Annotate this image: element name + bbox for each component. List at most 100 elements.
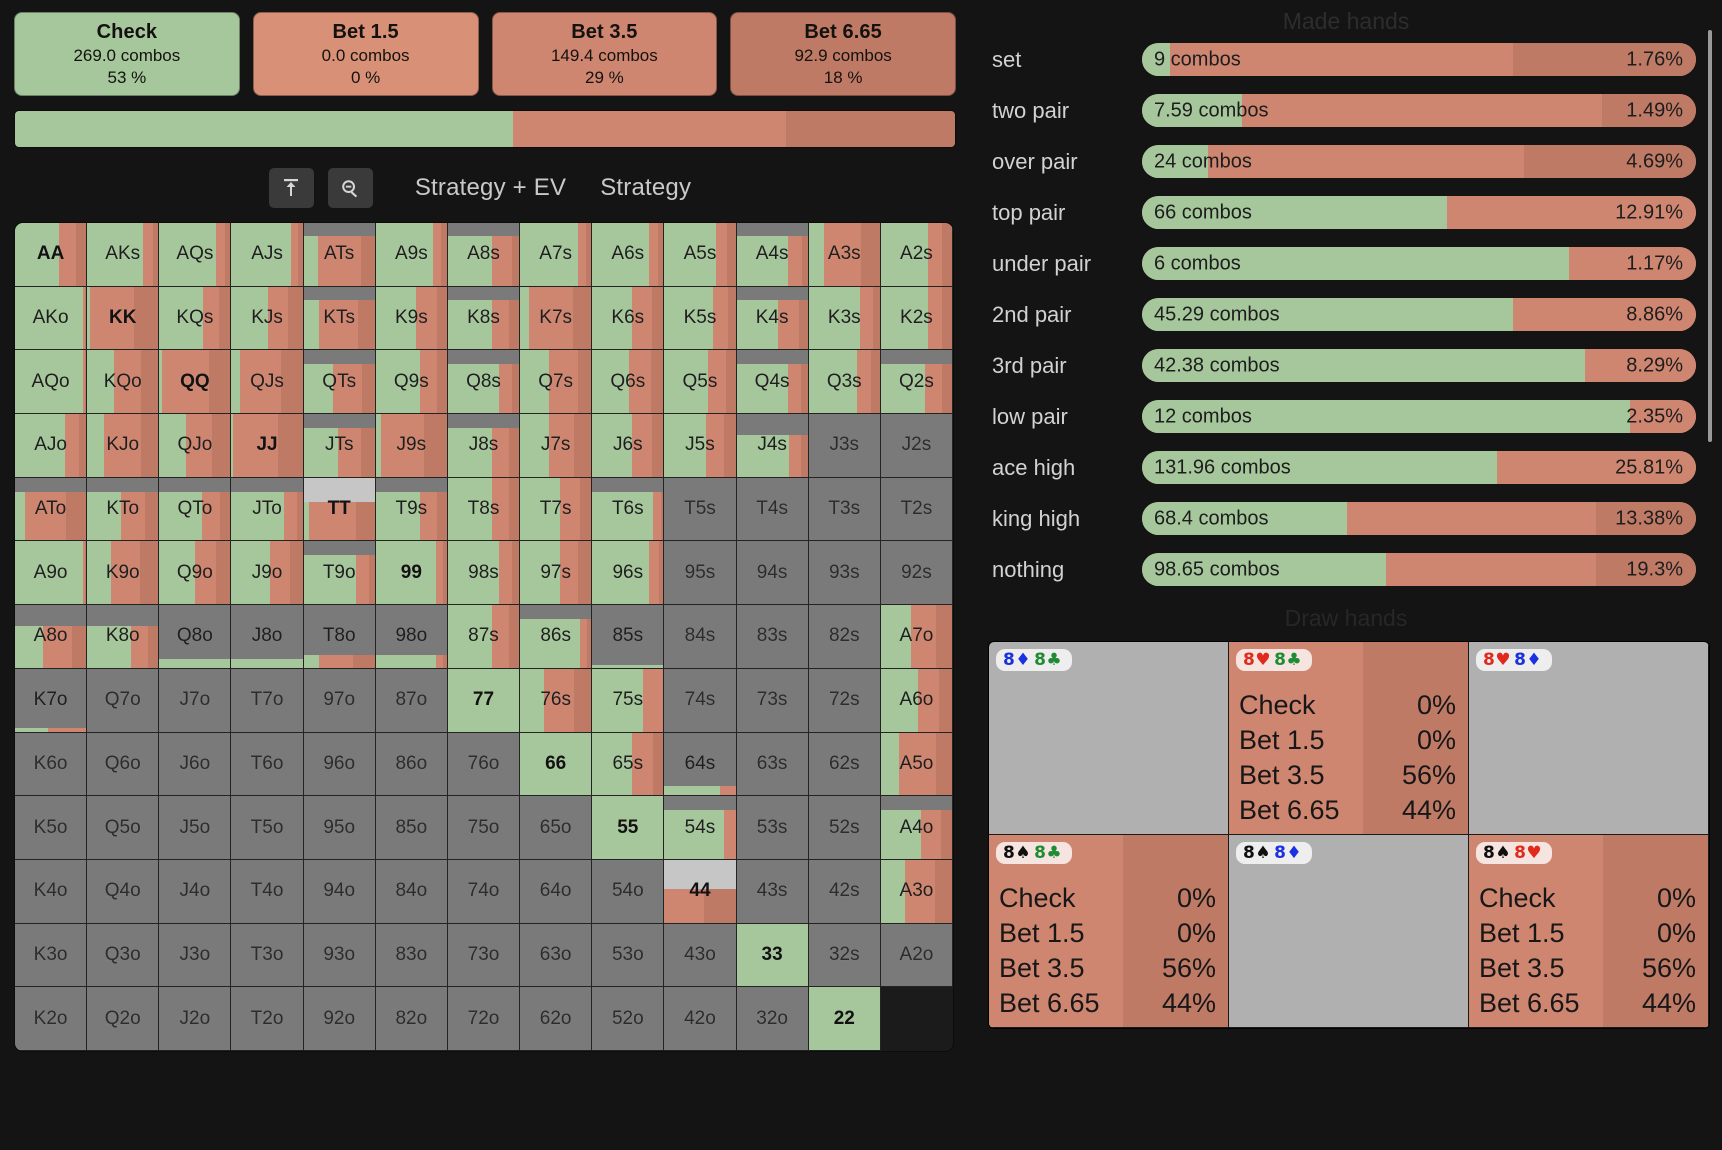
matrix-cell-K4o[interactable]: K4o	[15, 859, 88, 924]
matrix-cell-62s[interactable]: 62s	[808, 732, 881, 797]
matrix-cell-87s[interactable]: 87s	[447, 605, 521, 669]
matrix-cell-AKo[interactable]: AKo	[15, 286, 88, 351]
matrix-cell-Q8s[interactable]: Q8s	[447, 350, 521, 415]
matrix-cell-Q6o[interactable]: Q6o	[87, 732, 160, 797]
matrix-cell-KJo[interactable]: KJo	[87, 414, 160, 478]
matrix-cell-75o[interactable]: 75o	[447, 796, 521, 860]
matrix-cell-95s[interactable]: 95s	[664, 541, 737, 606]
matrix-cell-KK[interactable]: KK	[87, 286, 160, 351]
matrix-cell-T2o[interactable]: T2o	[231, 987, 304, 1051]
matrix-cell-22[interactable]: 22	[808, 987, 881, 1051]
matrix-cell-QQ[interactable]: QQ	[159, 350, 232, 415]
matrix-cell-JTo[interactable]: JTo	[231, 477, 304, 542]
action-button-check[interactable]: Check 269.0 combos 53 %	[14, 12, 240, 96]
matrix-cell-Q6s[interactable]: Q6s	[592, 350, 665, 415]
matrix-cell-AQo[interactable]: AQo	[15, 350, 88, 415]
matrix-cell-A6o[interactable]: A6o	[880, 668, 953, 733]
matrix-cell-J7o[interactable]: J7o	[159, 668, 232, 733]
matrix-cell-J8s[interactable]: J8s	[447, 414, 521, 478]
matrix-cell-T9s[interactable]: T9s	[375, 477, 448, 542]
made-hand-row[interactable]: low pair 12 combos 2.35%	[970, 391, 1696, 442]
matrix-cell-A9s[interactable]: A9s	[375, 223, 448, 287]
matrix-cell-JTs[interactable]: JTs	[303, 414, 376, 478]
matrix-cell-Q4s[interactable]: Q4s	[736, 350, 809, 415]
matrix-cell-ATs[interactable]: ATs	[303, 223, 376, 287]
matrix-cell-K2s[interactable]: K2s	[880, 286, 953, 351]
matrix-cell-99[interactable]: 99	[375, 541, 448, 606]
matrix-cell-72o[interactable]: 72o	[447, 987, 521, 1051]
matrix-cell-J2s[interactable]: J2s	[880, 414, 953, 478]
matrix-cell-J5o[interactable]: J5o	[159, 796, 232, 860]
matrix-cell-KJs[interactable]: KJs	[231, 286, 304, 351]
draw-hand-cell[interactable]: 8♥ 8♦	[1469, 642, 1709, 835]
matrix-cell-AJo[interactable]: AJo	[15, 414, 88, 478]
matrix-cell-Q5s[interactable]: Q5s	[664, 350, 737, 415]
matrix-cell-85s[interactable]: 85s	[592, 605, 665, 669]
matrix-cell-77[interactable]: 77	[447, 668, 521, 733]
matrix-cell-62o[interactable]: 62o	[520, 987, 593, 1051]
matrix-cell-97s[interactable]: 97s	[520, 541, 593, 606]
matrix-cell-64o[interactable]: 64o	[520, 859, 593, 924]
matrix-cell-K7o[interactable]: K7o	[15, 668, 88, 733]
matrix-cell-84s[interactable]: 84s	[664, 605, 737, 669]
matrix-cell-85o[interactable]: 85o	[375, 796, 448, 860]
matrix-cell-76o[interactable]: 76o	[447, 732, 521, 797]
matrix-cell-74o[interactable]: 74o	[447, 859, 521, 924]
draw-hand-cell[interactable]: 8♠ 8♣ Check 0% Bet 1.5 0% Bet 3.5 56% Bet 6.65 44…	[989, 835, 1229, 1028]
matrix-cell-J6s[interactable]: J6s	[592, 414, 665, 478]
draw-hand-cell[interactable]: 8♠ 8♦	[1229, 835, 1469, 1028]
matrix-cell-32s[interactable]: 32s	[808, 923, 881, 988]
matrix-cell-K6o[interactable]: K6o	[15, 732, 88, 797]
matrix-cell-J4o[interactable]: J4o	[159, 859, 232, 924]
matrix-cell-T7s[interactable]: T7s	[520, 477, 593, 542]
matrix-cell-A4o[interactable]: A4o	[880, 796, 953, 860]
matrix-cell-K8s[interactable]: K8s	[447, 286, 521, 351]
action-button-bet-6-65[interactable]: Bet 6.65 92.9 combos 18 %	[730, 12, 956, 96]
matrix-cell-Q7s[interactable]: Q7s	[520, 350, 593, 415]
made-hand-row[interactable]: under pair 6 combos 1.17%	[970, 238, 1696, 289]
matrix-cell-54s[interactable]: 54s	[664, 796, 737, 860]
matrix-cell-52o[interactable]: 52o	[592, 987, 665, 1051]
matrix-cell-A7s[interactable]: A7s	[520, 223, 593, 287]
matrix-cell-K3s[interactable]: K3s	[808, 286, 881, 351]
matrix-cell-42o[interactable]: 42o	[664, 987, 737, 1051]
matrix-cell-K2o[interactable]: K2o	[15, 987, 88, 1051]
matrix-cell-73o[interactable]: 73o	[447, 923, 521, 988]
matrix-cell-AJs[interactable]: AJs	[231, 223, 304, 287]
matrix-cell-63o[interactable]: 63o	[520, 923, 593, 988]
matrix-cell-64s[interactable]: 64s	[664, 732, 737, 797]
draw-hands-grid[interactable]: 8♦ 8♣ 8♥ 8♣ Check 0% Bet 1.5 0% Bet 3.5 56% Bet 6.…	[988, 641, 1710, 1029]
matrix-cell-J6o[interactable]: J6o	[159, 732, 232, 797]
made-hand-row[interactable]: top pair 66 combos 12.91%	[970, 187, 1696, 238]
matrix-cell-96o[interactable]: 96o	[303, 732, 376, 797]
matrix-cell-T7o[interactable]: T7o	[231, 668, 304, 733]
matrix-cell-K7s[interactable]: K7s	[520, 286, 593, 351]
matrix-cell-86o[interactable]: 86o	[375, 732, 448, 797]
matrix-cell-K3o[interactable]: K3o	[15, 923, 88, 988]
matrix-cell-QJo[interactable]: QJo	[159, 414, 232, 478]
matrix-cell-T3s[interactable]: T3s	[808, 477, 881, 542]
matrix-cell-T5o[interactable]: T5o	[231, 796, 304, 860]
matrix-cell-65o[interactable]: 65o	[520, 796, 593, 860]
matrix-cell-98s[interactable]: 98s	[447, 541, 521, 606]
draw-hand-cell[interactable]: 8♦ 8♣	[989, 642, 1229, 835]
matrix-cell-TT[interactable]: TT	[303, 477, 376, 542]
matrix-cell-93s[interactable]: 93s	[808, 541, 881, 606]
matrix-cell-J3s[interactable]: J3s	[808, 414, 881, 478]
matrix-cell-T5s[interactable]: T5s	[664, 477, 737, 542]
matrix-cell-J2o[interactable]: J2o	[159, 987, 232, 1051]
matrix-cell-KTo[interactable]: KTo	[87, 477, 160, 542]
matrix-cell-83s[interactable]: 83s	[736, 605, 809, 669]
matrix-cell-KQs[interactable]: KQs	[159, 286, 232, 351]
matrix-cell-75s[interactable]: 75s	[592, 668, 665, 733]
matrix-cell-K5s[interactable]: K5s	[664, 286, 737, 351]
align-top-icon[interactable]	[268, 168, 314, 208]
matrix-cell-43o[interactable]: 43o	[664, 923, 737, 988]
made-hand-row[interactable]: 3rd pair 42.38 combos 8.29%	[970, 340, 1696, 391]
matrix-cell-A9o[interactable]: A9o	[15, 541, 88, 606]
matrix-cell-KQo[interactable]: KQo	[87, 350, 160, 415]
matrix-cell-J5s[interactable]: J5s	[664, 414, 737, 478]
matrix-cell-T6o[interactable]: T6o	[231, 732, 304, 797]
matrix-cell-T3o[interactable]: T3o	[231, 923, 304, 988]
made-hand-row[interactable]: 2nd pair 45.29 combos 8.86%	[970, 289, 1696, 340]
